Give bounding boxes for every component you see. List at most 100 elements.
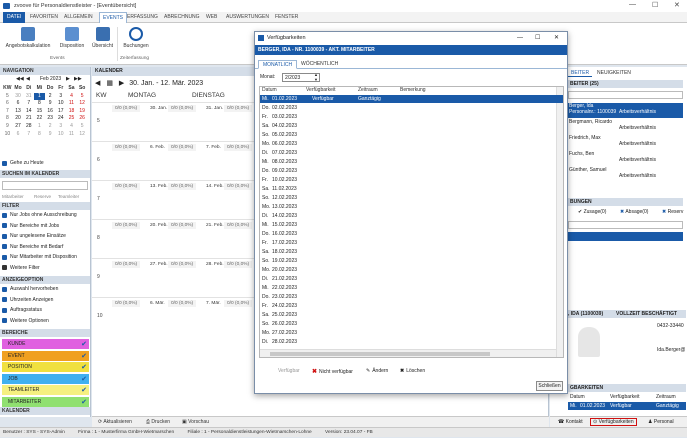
next-year-icon[interactable]: ▶▶ xyxy=(74,76,82,82)
bereich-job[interactable]: JOB ✔ xyxy=(2,373,89,384)
availability-row[interactable]: Fr. 03.02.2023 xyxy=(260,113,563,121)
calendar-cell[interactable]: 0/0 (0,0%) xyxy=(112,105,141,112)
availability-row[interactable]: Fr. 24.02.2023 xyxy=(260,302,563,310)
calendar-day[interactable]: 7 xyxy=(23,100,34,108)
calendar-day[interactable]: 23 xyxy=(45,115,56,123)
calendar-prev-icon[interactable]: ◀ xyxy=(95,80,100,87)
availability-row[interactable]: Mo. 06.02.2023 xyxy=(260,140,563,148)
calendar-day[interactable]: 16 xyxy=(45,108,56,116)
availability-row[interactable]: Di. 28.02.2023 xyxy=(260,338,563,346)
calendar-cell[interactable]: 0/0 (0,0%) xyxy=(112,300,141,307)
close-icon[interactable]: ✕ xyxy=(674,1,680,9)
availability-row[interactable]: Do. 02.02.2023 xyxy=(260,104,563,112)
mitarbeiter-list-item[interactable]: Günther, Samuel Arbeitsverhältnis xyxy=(550,167,683,182)
menu-item-favoriten[interactable]: FAVORITEN xyxy=(30,14,58,20)
loeschen-button[interactable]: ✖ Löschen xyxy=(400,368,425,374)
prev-month-icon[interactable]: ◀ xyxy=(26,76,30,82)
availability-row[interactable]: Di. 14.02.2023 xyxy=(260,212,563,220)
calendar-cell[interactable]: 0/0 (0,0%) xyxy=(112,144,141,151)
menu-item-web[interactable]: WEB xyxy=(206,14,217,20)
calendar-day[interactable]: 12 xyxy=(77,100,88,108)
availability-row[interactable]: Di. 21.02.2023 xyxy=(260,275,563,283)
calendar-day[interactable]: 26 xyxy=(77,115,88,123)
verfuegbar-button[interactable]: Verfügbar xyxy=(278,368,300,374)
bereich-mitarbeiter[interactable]: MITARBEITER ✔ xyxy=(2,396,89,407)
calendar-day[interactable]: 15 xyxy=(34,108,45,116)
goto-today-button[interactable]: Gehe zu Heute xyxy=(2,160,44,166)
availability-row[interactable]: Di. 07.02.2023 xyxy=(260,149,563,157)
tab-personal[interactable]: ♟ Personal xyxy=(648,419,674,425)
calendar-cell[interactable]: 0/0 (0,0%) xyxy=(168,222,197,229)
calendar-cell[interactable]: 0/0 (0,0%) xyxy=(168,105,197,112)
availability-row[interactable]: Mi. 15.02.2023 xyxy=(260,221,563,229)
calendar-day[interactable]: 13 xyxy=(13,108,24,116)
calendar-day[interactable]: 28 xyxy=(23,123,34,131)
availability-row[interactable]: Sa. 04.02.2023 xyxy=(260,122,563,130)
availability-row[interactable]: Mo. 20.02.2023 xyxy=(260,266,563,274)
calendar-day[interactable]: 20 xyxy=(13,115,24,123)
tab-woechentlich[interactable]: WÖCHENTLICH xyxy=(297,60,342,69)
calendar-cell[interactable]: 0/0 (0,0%) xyxy=(224,105,253,112)
display-option[interactable]: Weitere Optionen xyxy=(2,318,49,324)
tab-kontakt[interactable]: ☎ Kontakt xyxy=(558,419,583,425)
prev-year-icon[interactable]: ◀◀ xyxy=(16,76,24,82)
search-input[interactable] xyxy=(2,181,88,190)
display-option[interactable]: Auswahl hervorheben xyxy=(2,286,58,292)
calendar-day[interactable]: 17 xyxy=(55,108,66,116)
calendar-cell[interactable]: 0/0 (0,0%) xyxy=(224,300,253,307)
calendar-cell[interactable]: 0/0 (0,0%) xyxy=(112,183,141,190)
filter-item[interactable]: Nur Jobs ohne Ausschreibung xyxy=(2,212,77,218)
nicht-verfuegbar-button[interactable]: ✖ Nicht verfügbar xyxy=(312,368,353,376)
tab-monatlich[interactable]: MONATLICH xyxy=(258,60,298,69)
calendar-day[interactable]: 3 xyxy=(55,123,66,131)
calendar-day[interactable]: 25 xyxy=(66,115,77,123)
availability-row[interactable]: So. 26.02.2023 xyxy=(260,320,563,328)
mitarbeiter-list-item[interactable]: Friedrich, Max Arbeitsverhältnis xyxy=(550,135,683,150)
calendar-day[interactable]: 8 xyxy=(34,131,45,139)
calendar-day[interactable]: 31 xyxy=(23,93,34,101)
availability-row[interactable]: Do. 09.02.2023 xyxy=(260,167,563,175)
calendar-cell[interactable]: 0/0 (0,0%) xyxy=(224,144,253,151)
calendar-day[interactable]: 2 xyxy=(45,93,56,101)
availability-row[interactable]: Mi. 01.02.2023 Verfügbar Ganztägig xyxy=(568,402,686,410)
dialog-minimize-icon[interactable]: — xyxy=(517,32,523,44)
filter-item[interactable]: Nur ungelesene Einsätze xyxy=(2,233,66,239)
filter-item[interactable]: Weitere Filter xyxy=(2,265,40,271)
bereich-kunde[interactable]: KUNDE ✔ xyxy=(2,339,89,349)
availability-row[interactable]: Do. 23.02.2023 xyxy=(260,293,563,301)
menu-item-datei[interactable]: DATEI xyxy=(3,12,26,23)
calendar-day[interactable]: 27 xyxy=(13,123,24,131)
availability-row[interactable]: Fr. 10.02.2023 xyxy=(260,176,563,184)
next-month-icon[interactable]: ▶ xyxy=(66,76,70,82)
calendar-cell[interactable]: 0/0 (0,0%) xyxy=(112,222,141,229)
availability-row[interactable]: So. 12.02.2023 xyxy=(260,194,563,202)
dialog-maximize-icon[interactable]: ☐ xyxy=(535,32,540,44)
booking-search-input[interactable] xyxy=(568,221,683,229)
calendar-cell[interactable]: 0/0 (0,0%) xyxy=(168,261,197,268)
calendar-day[interactable]: 3 xyxy=(55,93,66,101)
calendar-cell[interactable]: 0/0 (0,0%) xyxy=(224,183,253,190)
availability-row[interactable]: So. 05.02.2023 xyxy=(260,131,563,139)
calendar-day[interactable]: 12 xyxy=(77,131,88,139)
menu-item-allgemein[interactable]: ALLGEMEIN xyxy=(64,14,93,20)
calendar-grid-icon[interactable]: ▦ xyxy=(106,80,113,87)
mitarbeiter-list-item[interactable]: Berger, Ida Personalnr.: 1100039 Arbeitsve… xyxy=(550,103,683,118)
availability-row[interactable]: Sa. 18.02.2023 xyxy=(260,248,563,256)
absage-button[interactable]: ✖ Absage(0) xyxy=(620,209,648,215)
search-tab-teamleiter[interactable]: Teamleiter xyxy=(58,194,79,199)
calendar-day[interactable]: 11 xyxy=(66,131,77,139)
filter-item[interactable]: Nur Mitarbeiter mit Disposition xyxy=(2,254,77,260)
calendar-day[interactable]: 4 xyxy=(66,123,77,131)
calendar-day[interactable]: 10 xyxy=(55,100,66,108)
tab-neuigkeiten[interactable]: NEUIGKEITEN xyxy=(594,69,634,77)
drucken-button[interactable]: ⎙ Drucken xyxy=(146,419,170,425)
availability-row[interactable]: So. 19.02.2023 xyxy=(260,257,563,265)
reserve-button[interactable]: ✖ Reserv xyxy=(662,209,683,215)
calendar-day[interactable]: 21 xyxy=(23,115,34,123)
calendar-cell[interactable]: 0/0 (0,0%) xyxy=(112,261,141,268)
calendar-cell[interactable]: 0/0 (0,0%) xyxy=(168,144,197,151)
calendar-cell[interactable]: 0/0 (0,0%) xyxy=(168,183,197,190)
aktualisieren-button[interactable]: ⟳ Aktualisieren xyxy=(98,419,132,425)
angebotskalkulation-button[interactable]: Angebotskalkulation xyxy=(4,27,52,49)
calendar-day[interactable]: 8 xyxy=(34,100,45,108)
